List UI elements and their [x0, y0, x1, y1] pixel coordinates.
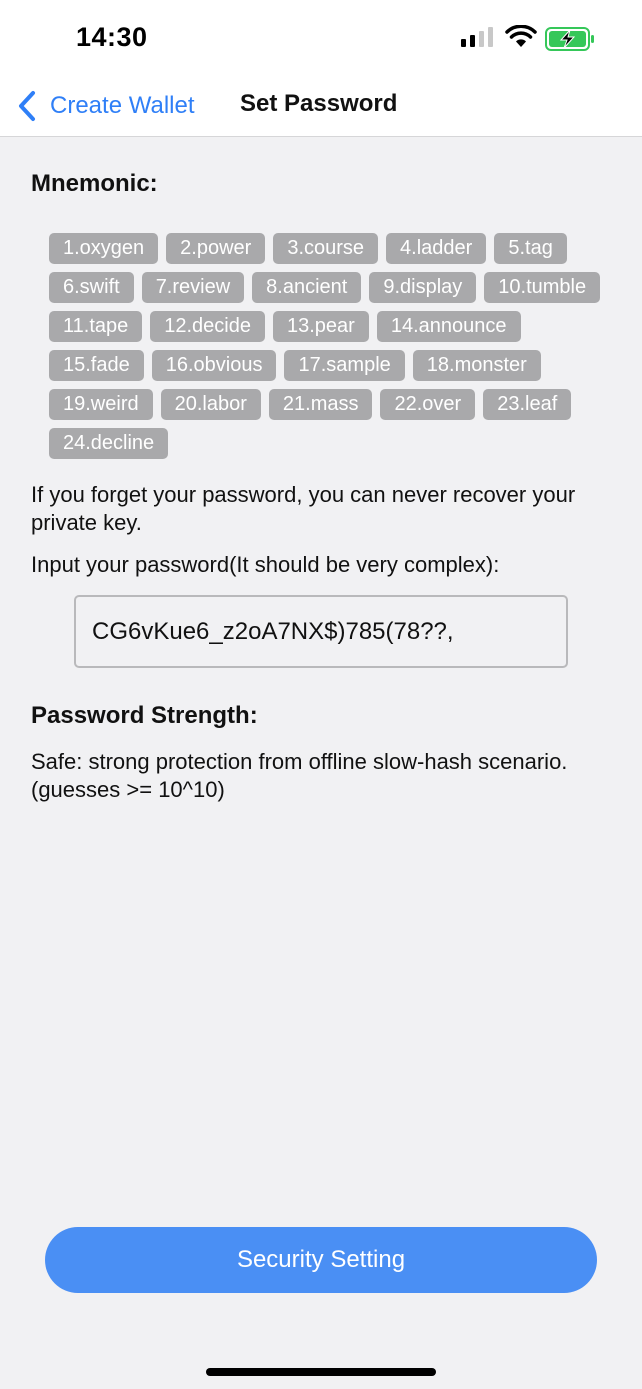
mnemonic-word-chip: 12.decide [150, 311, 265, 342]
mnemonic-word-chip: 8.ancient [252, 272, 362, 303]
mnemonic-word-chip: 6.swift [49, 272, 134, 303]
cellular-signal-icon [461, 27, 493, 47]
mnemonic-word-chip: 20.labor [160, 389, 261, 420]
password-warning-text: If you forget your password, you can nev… [31, 482, 576, 535]
chevron-left-icon [19, 91, 35, 121]
mnemonic-word-chip: 18.monster [412, 350, 541, 381]
mnemonic-word-chip: 5.tag [494, 233, 567, 264]
mnemonic-word-chip: 17.sample [284, 350, 405, 381]
page-title: Set Password [240, 90, 398, 117]
mnemonic-word-chip: 13.pear [273, 311, 369, 342]
mnemonic-word-chip: 10.tumble [484, 272, 601, 303]
mnemonic-word-chip: 23.leaf [483, 389, 572, 420]
mnemonic-word-list: 1.oxygen 2.power 3.course 4.ladder 5.tag… [49, 233, 609, 467]
home-indicator [206, 1368, 436, 1376]
mnemonic-word-chip: 16.obvious [151, 350, 277, 381]
password-strength-heading: Password Strength: [31, 702, 258, 729]
mnemonic-word-chip: 2.power [166, 233, 266, 264]
mnemonic-word-chip: 14.announce [376, 311, 521, 342]
security-setting-button[interactable]: Security Setting [45, 1227, 597, 1293]
back-button[interactable]: Create Wallet [16, 86, 195, 126]
password-strength-text: Safe: strong protection from offline slo… [31, 749, 568, 802]
mnemonic-word-chip: 1.oxygen [49, 233, 159, 264]
mnemonic-word-chip: 9.display [369, 272, 477, 303]
mnemonic-word-chip: 3.course [273, 233, 379, 264]
battery-charging-icon [545, 27, 594, 51]
mnemonic-word-chip: 7.review [141, 272, 245, 303]
back-label: Create Wallet [50, 92, 195, 119]
password-input[interactable] [74, 595, 568, 668]
status-time: 14:30 [76, 22, 148, 52]
mnemonic-word-chip: 11.tape [49, 311, 143, 342]
password-prompt-label: Input your password(It should be very co… [31, 552, 500, 577]
mnemonic-word-chip: 15.fade [49, 350, 144, 381]
mnemonic-heading: Mnemonic: [31, 170, 158, 197]
mnemonic-word-chip: 21.mass [268, 389, 373, 420]
mnemonic-word-chip: 24.decline [49, 428, 169, 459]
mnemonic-word-chip: 19.weird [49, 389, 153, 420]
wifi-icon [505, 25, 537, 47]
navigation-bar: Create Wallet Set Password [0, 76, 642, 137]
status-bar: 14:30 [0, 0, 642, 76]
mnemonic-word-chip: 4.ladder [386, 233, 487, 264]
mnemonic-word-chip: 22.over [380, 389, 476, 420]
